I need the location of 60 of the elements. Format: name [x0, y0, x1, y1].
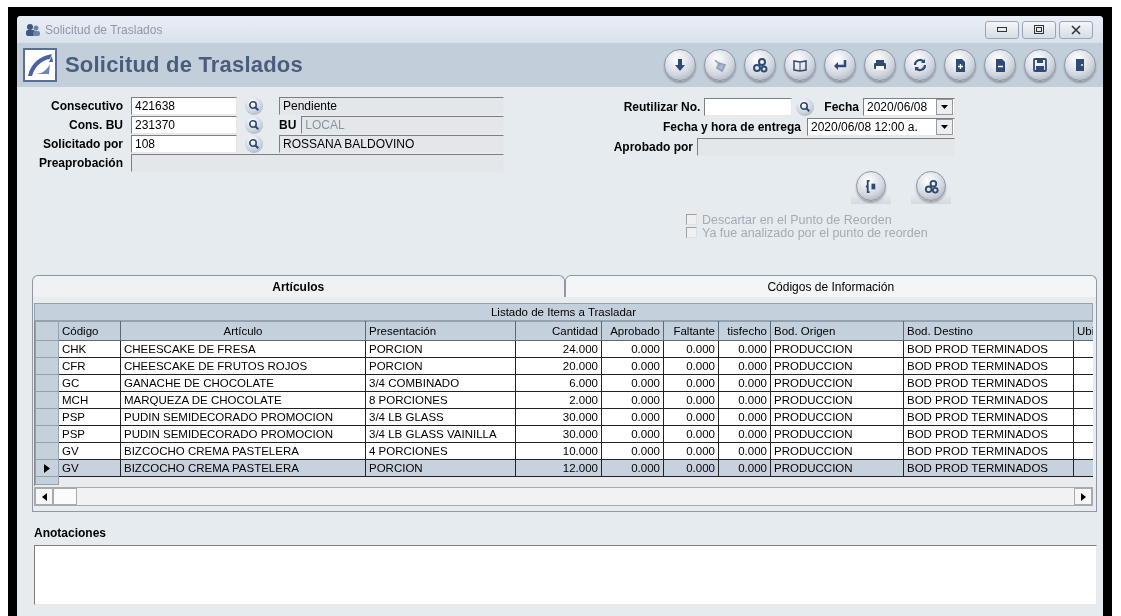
tab[interactable]: Códigos de Información — [564, 275, 1097, 297]
search-icon — [248, 100, 260, 112]
scroll-thumb[interactable] — [53, 488, 77, 505]
people-icon — [25, 22, 41, 37]
refresh-icon — [911, 56, 929, 74]
row-pointer-icon — [44, 463, 50, 473]
input-field[interactable] — [704, 97, 793, 116]
checkbox-label: Ya fue analizado por el punto de reorden — [702, 225, 928, 240]
field-label: Reutilizar No. — [623, 98, 701, 116]
logo-icon — [23, 48, 57, 82]
maximize-button[interactable] — [1022, 20, 1056, 39]
close-icon — [1071, 24, 1081, 35]
column-header[interactable]: tisfecho — [718, 321, 771, 341]
search-icon — [248, 138, 260, 150]
search-button[interactable] — [796, 97, 815, 116]
column-header[interactable]: Bod. Origen — [770, 321, 904, 341]
input-field[interactable]: 421638 — [131, 97, 237, 115]
search-button[interactable] — [245, 135, 263, 153]
arrow-right-icon — [1080, 492, 1086, 501]
column-header[interactable]: Código — [58, 321, 121, 341]
arrow-left-icon — [41, 492, 47, 501]
column-header[interactable]: Aprobado — [601, 321, 664, 341]
window-title: Solicitud de Traslados — [45, 22, 164, 37]
maximize-icon — [1034, 25, 1044, 34]
column-header[interactable]: Presentación — [365, 321, 516, 341]
field-label: BU — [279, 117, 297, 134]
column-header[interactable]: Cantidad — [515, 321, 602, 341]
caret-icon — [941, 104, 948, 109]
dropdown[interactable]: 2020/06/08 12:00 a. — [807, 117, 955, 136]
notes-label: Anotaciones — [34, 526, 107, 540]
gears-icon — [922, 177, 940, 195]
search-button[interactable] — [245, 116, 263, 134]
close-button[interactable] — [1059, 20, 1093, 39]
field-label: Cons. BU — [68, 117, 123, 134]
column-header[interactable]: Faltante — [663, 321, 719, 341]
search-button[interactable] — [245, 97, 263, 115]
field-label: Preaprobación — [37, 155, 123, 172]
minimize-button[interactable] — [985, 20, 1019, 39]
input-field[interactable]: 108 — [131, 135, 237, 153]
checkbox-label: Descartar en el Punto de Reorden — [702, 212, 892, 227]
horizontal-scrollbar[interactable] — [34, 487, 1093, 506]
minimize-icon — [997, 26, 1007, 33]
form-title: Solicitud de Traslados — [65, 52, 304, 78]
field-label: Consecutivo — [50, 98, 123, 115]
input-field[interactable]: 231370 — [131, 116, 237, 134]
caret-icon — [941, 124, 948, 129]
column-header[interactable]: Bod. Destino — [903, 321, 1074, 341]
tab[interactable]: Artículos — [32, 275, 565, 297]
column-header[interactable]: Artículo — [120, 321, 366, 341]
dropdown[interactable]: 2020/06/08 — [863, 97, 955, 116]
table-caption: Listado de Items a Trasladar — [34, 303, 1093, 321]
field-label: Solicitado por — [42, 136, 123, 153]
text-field: LOCAL — [301, 116, 504, 134]
field-label: Fecha — [824, 98, 859, 116]
field-label: Fecha y hora de entrega — [662, 118, 801, 136]
field-label: Aprobado por — [613, 138, 693, 156]
notes-field[interactable] — [34, 545, 1097, 605]
gears-icon — [751, 56, 769, 74]
search-icon — [248, 119, 260, 131]
search-icon — [799, 100, 812, 113]
